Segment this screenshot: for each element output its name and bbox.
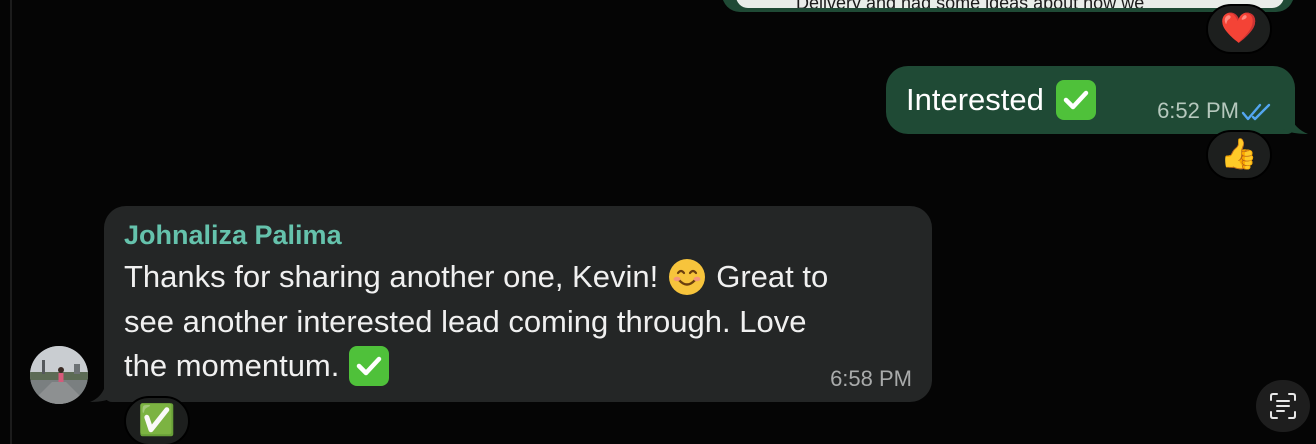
outgoing-message-text: Interested xyxy=(906,82,1044,117)
message-line-text: see another interested lead coming throu… xyxy=(124,304,807,339)
check-mark-button-icon xyxy=(1055,80,1096,120)
message-line-text: the momentum. xyxy=(124,348,340,383)
previous-message-quote[interactable]: Delivery and had some ideas about how we xyxy=(736,0,1284,8)
check-reaction-icon: ✅ xyxy=(138,404,176,437)
double-check-icon xyxy=(1241,103,1271,121)
chat-view: Delivery and had some ideas about how we… xyxy=(0,0,1316,444)
text-scan-button[interactable] xyxy=(1256,380,1310,432)
previous-message-quote-text: Delivery and had some ideas about how we xyxy=(796,0,1144,8)
outgoing-message-reaction[interactable]: 👍 xyxy=(1206,130,1272,180)
avatar[interactable] xyxy=(30,346,88,404)
message-line: the momentum. xyxy=(124,346,390,386)
incoming-message-time: 6:58 PM xyxy=(830,366,912,391)
text-scan-icon xyxy=(1270,393,1296,419)
outgoing-message-content: Interested xyxy=(906,80,1096,120)
previous-message-reaction[interactable]: ❤️ xyxy=(1206,4,1272,54)
check-mark-button-icon xyxy=(349,346,390,386)
message-line-text: Thanks for sharing another one, Kevin! xyxy=(124,259,659,294)
message-line: see another interested lead coming throu… xyxy=(124,304,806,340)
smiling-face-icon xyxy=(669,259,706,295)
heart-reaction-icon: ❤️ xyxy=(1220,12,1258,45)
sender-name[interactable]: Johnaliza Palima xyxy=(124,220,342,251)
message-line-text: Great to xyxy=(716,259,829,294)
pane-divider xyxy=(10,0,12,444)
incoming-bubble-tail xyxy=(90,378,114,402)
incoming-message-bubble[interactable]: Johnaliza Palima Thanks for sharing anot… xyxy=(104,206,932,402)
incoming-message-reaction[interactable]: ✅ xyxy=(124,396,190,444)
message-line: Thanks for sharing another one, Kevin! G… xyxy=(124,258,828,296)
outgoing-bubble-tail xyxy=(1282,110,1308,134)
outgoing-message-bubble[interactable]: Interested 6:52 PM xyxy=(886,66,1295,134)
thumbs-up-reaction-icon: 👍 xyxy=(1220,138,1258,171)
outgoing-message-time: 6:52 PM xyxy=(1157,98,1239,123)
profile-photo-icon xyxy=(30,346,88,404)
